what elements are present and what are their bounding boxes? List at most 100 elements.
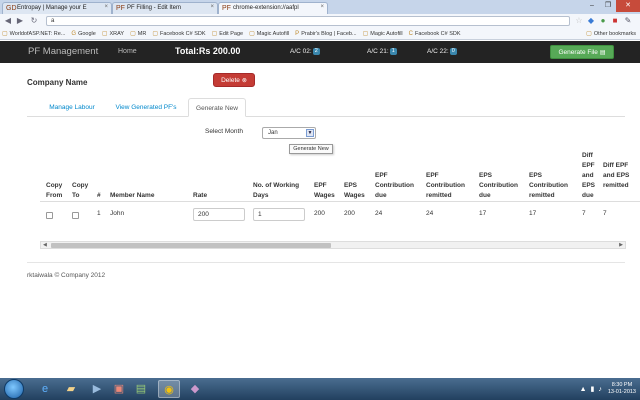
scroll-right-icon[interactable]: ▶ [619, 242, 623, 249]
bookmarks-bar: ▢ WorldofASP.NET: Re... G Google ▢ XRAY ▢ MR… [0, 28, 640, 40]
google-icon: G [71, 30, 77, 37]
bookmark-item[interactable]: P Prabir's Blog | Faceb... [295, 31, 356, 37]
extension-icon[interactable]: ● [598, 16, 608, 26]
address-bar[interactable]: a [46, 16, 570, 26]
app-navbar: PF Management Home Total:Rs 200.00 A/C 0… [0, 41, 640, 63]
nav-home-link[interactable]: Home [118, 48, 137, 55]
other-bookmarks[interactable]: ▢ Other bookmarks [586, 30, 636, 38]
bookmark-item[interactable]: ▢ Edit Page [211, 30, 244, 38]
account-02-status: A/C 02: 2 [290, 48, 320, 55]
brand-title[interactable]: PF Management [28, 46, 98, 57]
delete-button[interactable]: Delete ⊗ [213, 73, 255, 87]
select-month-label: Select Month [205, 128, 243, 135]
copy-from-checkbox[interactable] [46, 212, 53, 219]
bookmark-icon: ▢ [130, 31, 136, 37]
minimize-icon[interactable]: – [584, 0, 600, 12]
browser-chrome: GD Entropay | Manage your E × PF PF Fill… [0, 0, 640, 40]
reload-icon[interactable]: ↻ [29, 16, 39, 26]
browser-tab-pf-filling[interactable]: PF PF Filling - Edit Item × [112, 2, 218, 14]
notepad-icon[interactable]: ▤ [130, 380, 152, 398]
header-copy-to: Copy To [72, 182, 89, 199]
bookmark-icon: ▢ [249, 31, 255, 37]
header-diff-epf-eps-remitted: Diff EPF and EPS remitted [603, 162, 630, 189]
scroll-left-icon[interactable]: ◀ [43, 242, 47, 249]
folder-icon: ▢ [586, 31, 592, 37]
bookmark-item[interactable]: ▢ Facebook C# SDK [152, 30, 205, 38]
bookmark-icon: ▢ [211, 31, 218, 37]
bookmark-icon: ▢ [101, 31, 108, 37]
tab-favicon-icon: PF [116, 5, 125, 12]
arrow-up-icon[interactable]: ▲ [580, 386, 587, 393]
app-icon[interactable]: ▣ [108, 380, 130, 398]
file-icon: ▤ [599, 49, 606, 56]
wrench-icon[interactable]: ✎ [623, 16, 633, 26]
close-tab-icon[interactable]: × [210, 4, 214, 10]
bookmark-item[interactable]: ▢ Magic Autofill [362, 30, 403, 38]
member-name: John [110, 210, 125, 217]
tab-manage-labour[interactable]: Manage Labour [39, 98, 105, 117]
bookmark-icon: ▢ [2, 31, 8, 37]
account-21-status: A/C 21: 1 [367, 48, 397, 55]
footer-text: rktaiwala © Company 2012 [27, 272, 106, 279]
start-button[interactable] [4, 379, 24, 399]
epf-remitted-value: 24 [426, 210, 434, 217]
forward-icon[interactable]: ▶ [15, 16, 25, 26]
count-badge: 1 [389, 48, 397, 55]
copy-to-checkbox[interactable] [72, 212, 79, 219]
generate-file-button[interactable]: Generate File ▤ [550, 45, 614, 59]
bookmark-item[interactable]: ▢ WorldofASP.NET: Re... [2, 30, 65, 38]
browser-tab-entropay[interactable]: GD Entropay | Manage your E × [2, 2, 112, 14]
media-icon[interactable]: ▶ [86, 380, 108, 398]
tab-favicon-icon: PF [222, 5, 231, 12]
working-days-input[interactable]: 1 [253, 208, 305, 221]
header-epf-wages: EPF Wages [314, 182, 335, 199]
total-amount: Total:Rs 200.00 [175, 46, 241, 56]
ie-icon[interactable]: e [34, 380, 56, 398]
bookmark-icon: C [408, 30, 413, 37]
browser-tab-extension[interactable]: PF chrome-extension://aafpl × [218, 2, 328, 14]
system-tray: ▲ ▮ ♪ 8:30 PM 13-01-2013 [580, 380, 636, 398]
maximize-icon[interactable]: ❐ [600, 0, 616, 12]
close-tab-icon[interactable]: × [104, 4, 108, 10]
bookmark-item[interactable]: ▢ Magic Autofill [249, 30, 289, 38]
epf-wages-value: 200 [314, 210, 325, 217]
bookmark-icon: ▢ [152, 31, 158, 37]
extension-icon[interactable]: ◆ [586, 16, 596, 26]
chrome-icon[interactable]: ◉ [158, 380, 180, 398]
volume-icon[interactable]: ♪ [598, 386, 602, 393]
delete-icon: ⊗ [241, 77, 247, 84]
header-copy-from: Copy From [46, 182, 63, 199]
footer-divider [27, 262, 625, 263]
header-eps-contribution-remitted: EPS Contribution remitted [529, 172, 568, 199]
header-number: # [97, 192, 101, 199]
scrollbar-thumb[interactable] [51, 243, 331, 248]
bookmark-item[interactable]: C Facebook C# SDK [409, 31, 461, 37]
table-divider [40, 201, 640, 202]
tab-view-generated-pfs[interactable]: View Generated PF's [109, 98, 183, 117]
folder-icon[interactable]: ▰ [60, 380, 82, 398]
eps-remitted-value: 17 [529, 210, 537, 217]
bookmark-item[interactable]: ▢ XRAY [101, 30, 124, 38]
close-window-icon[interactable]: ✕ [616, 0, 640, 12]
header-eps-wages: EPS Wages [344, 182, 365, 199]
rate-input[interactable]: 200 [193, 208, 245, 221]
network-icon[interactable]: ▮ [591, 385, 595, 393]
extension-icon[interactable]: ■ [610, 16, 620, 26]
bookmark-item[interactable]: ▢ MR [130, 30, 146, 38]
tab-generate-new[interactable]: Generate New [188, 98, 246, 117]
chevron-down-icon[interactable]: ▼ [306, 129, 314, 137]
tooltip: Generate New [289, 144, 333, 154]
bookmark-icon: P [295, 30, 300, 37]
header-working-days: No. of Working Days [253, 182, 300, 199]
close-tab-icon[interactable]: × [320, 4, 324, 10]
app-icon[interactable]: ◆ [184, 380, 206, 398]
bookmark-item[interactable]: G Google [71, 31, 95, 37]
clock[interactable]: 8:30 PM 13-01-2013 [608, 382, 636, 396]
month-select[interactable]: Jan ▼ [262, 127, 316, 139]
diff-due-value: 7 [582, 210, 586, 217]
horizontal-scrollbar[interactable]: ◀ ▶ [40, 241, 626, 249]
window-controls: – ❐ ✕ [584, 0, 640, 12]
back-icon[interactable]: ◀ [3, 16, 13, 26]
star-icon[interactable]: ☆ [574, 16, 584, 26]
bookmark-icon: ▢ [362, 31, 369, 37]
